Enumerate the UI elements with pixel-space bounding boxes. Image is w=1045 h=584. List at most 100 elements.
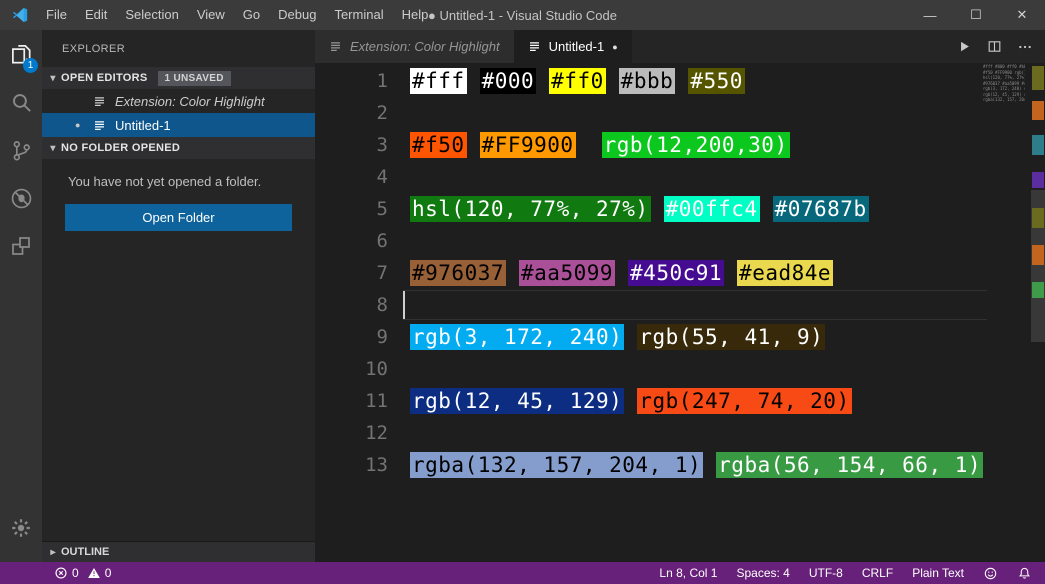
open-editor-item[interactable]: Extension: Color Highlight	[42, 89, 315, 113]
chevron-down-icon: ▾	[45, 143, 61, 154]
color-highlight-token: rgb(247, 74, 20)	[637, 388, 851, 414]
color-highlight-token: #ead84e	[737, 260, 833, 286]
problems-status[interactable]: 0 0	[54, 566, 111, 580]
line-content: hsl(120, 77%, 27%)#00ffc4#07687b	[410, 196, 869, 222]
activity-badge: 1	[23, 58, 38, 73]
feedback-button[interactable]	[983, 566, 998, 581]
minimap-line: rgba(132, 157, 204, 1) rgba(56, 154, 66,…	[983, 97, 1025, 103]
encoding-status[interactable]: UTF-8	[809, 566, 843, 580]
editor-line-9[interactable]: 9rgb(3, 172, 240)rgb(55, 41, 9)	[315, 321, 975, 353]
editor-line-7[interactable]: 7#976037#aa5099#450c91#ead84e	[315, 257, 975, 289]
warning-icon	[87, 566, 101, 580]
notifications-button[interactable]	[1017, 566, 1032, 581]
language-mode-status[interactable]: Plain Text	[912, 566, 964, 580]
line-number: 1	[315, 70, 388, 92]
menu-debug[interactable]: Debug	[269, 0, 325, 30]
eol-status[interactable]: CRLF	[862, 566, 893, 580]
debug-icon	[9, 186, 34, 211]
minimap-line: rgb(3, 172, 240) rgb(55, 41, 9)	[983, 86, 1025, 92]
explorer-sidebar: EXPLORER ▾ OPEN EDITORS 1 UNSAVED Extens…	[42, 30, 315, 562]
menu-file[interactable]: File	[37, 0, 76, 30]
split-editor-button[interactable]	[987, 39, 1002, 54]
activity-item-debug[interactable]	[0, 174, 42, 222]
menu-go[interactable]: Go	[234, 0, 269, 30]
ruler-color-mark	[1032, 172, 1044, 188]
outline-section-header[interactable]: ▸ OUTLINE	[42, 541, 315, 562]
line-number: 6	[315, 230, 388, 252]
color-highlight-token: #07687b	[773, 196, 869, 222]
line-number: 9	[315, 326, 388, 348]
activity-item-settings[interactable]	[0, 504, 42, 552]
no-folder-message: You have not yet opened a folder.	[42, 159, 315, 189]
editor-line-4[interactable]: 4	[315, 161, 975, 193]
line-number: 11	[315, 390, 388, 412]
chevron-right-icon: ▸	[45, 547, 61, 558]
line-number: 12	[315, 422, 388, 444]
editor-line-5[interactable]: 5hsl(120, 77%, 27%)#00ffc4#07687b	[315, 193, 975, 225]
color-highlight-token: #fff	[410, 68, 467, 94]
line-number: 2	[315, 102, 388, 124]
line-number: 4	[315, 166, 388, 188]
open-editor-label: Untitled-1	[115, 118, 171, 133]
no-folder-section-header[interactable]: ▾ NO FOLDER OPENED	[42, 137, 315, 159]
text-cursor	[403, 291, 405, 319]
editor-line-1[interactable]: 1#fff#000#ff0#bbb#550	[315, 65, 975, 97]
unsaved-count-badge: 1 UNSAVED	[158, 71, 231, 86]
editor-line-10[interactable]: 10	[315, 353, 975, 385]
editor-line-13[interactable]: 13rgba(132, 157, 204, 1)rgba(56, 154, 66…	[315, 449, 975, 481]
ruler-color-mark	[1032, 135, 1044, 155]
minimap[interactable]: #fff #000 #ff0 #bbb #550#f50 #FF9900 rgb…	[983, 64, 1025, 103]
color-highlight-token: #550	[688, 68, 745, 94]
editor-line-6[interactable]: 6	[315, 225, 975, 257]
editor-line-3[interactable]: 3#f50#FF9900rgb(12,200,30)	[315, 129, 975, 161]
editor-line-2[interactable]: 2	[315, 97, 975, 129]
color-highlight-token: #ff0	[549, 68, 606, 94]
run-button[interactable]	[957, 39, 972, 54]
menu-selection[interactable]: Selection	[116, 0, 187, 30]
color-highlight-token: #450c91	[628, 260, 724, 286]
file-lines-icon	[528, 40, 541, 53]
menu-bar: FileEditSelectionViewGoDebugTerminalHelp	[37, 0, 437, 30]
tab-untitled-1[interactable]: Untitled-1●	[514, 30, 632, 63]
editor-line-8[interactable]: 8	[315, 289, 975, 321]
open-folder-button[interactable]: Open Folder	[65, 204, 292, 231]
line-number: 10	[315, 358, 388, 380]
tab-label: Extension: Color Highlight	[350, 39, 500, 54]
color-highlight-token: #FF9900	[480, 132, 576, 158]
close-button[interactable]: ✕	[999, 0, 1045, 30]
menu-edit[interactable]: Edit	[76, 0, 116, 30]
editor-line-12[interactable]: 12	[315, 417, 975, 449]
warning-count: 0	[105, 566, 112, 580]
indentation-status[interactable]: Spaces: 4	[736, 566, 789, 580]
ruler-color-mark	[1032, 66, 1044, 90]
file-lines-icon	[329, 40, 342, 53]
color-highlight-token: rgba(56, 154, 66, 1)	[716, 452, 983, 478]
file-lines-icon	[93, 119, 107, 132]
more-actions-button[interactable]	[1017, 39, 1033, 55]
ruler-color-mark	[1032, 208, 1044, 228]
editor-line-11[interactable]: 11rgb(12, 45, 129)rgb(247, 74, 20)	[315, 385, 975, 417]
window-controls: —☐✕	[907, 0, 1045, 30]
color-highlight-token: rgba(132, 157, 204, 1)	[410, 452, 703, 478]
minimize-button[interactable]: —	[907, 0, 953, 30]
tab-extension-color-highlight[interactable]: Extension: Color Highlight	[315, 30, 514, 63]
activity-item-explorer[interactable]: 1	[0, 30, 42, 78]
activity-item-search[interactable]	[0, 78, 42, 126]
open-editors-section-header[interactable]: ▾ OPEN EDITORS 1 UNSAVED	[42, 67, 315, 89]
activity-item-source-control[interactable]	[0, 126, 42, 174]
cursor-position-status[interactable]: Ln 8, Col 1	[659, 566, 717, 580]
menu-terminal[interactable]: Terminal	[325, 0, 392, 30]
open-editor-item[interactable]: ●Untitled-1	[42, 113, 315, 137]
ruler-color-mark	[1032, 282, 1044, 298]
editor-content[interactable]: 1#fff#000#ff0#bbb#55023#f50#FF9900rgb(12…	[315, 63, 1045, 562]
color-highlight-token: #bbb	[619, 68, 676, 94]
color-highlight-token: #00ffc4	[664, 196, 760, 222]
activity-item-extensions[interactable]	[0, 222, 42, 270]
line-number: 3	[315, 134, 388, 156]
maximize-button[interactable]: ☐	[953, 0, 999, 30]
sidebar-title: EXPLORER	[42, 30, 315, 67]
title-bar: FileEditSelectionViewGoDebugTerminalHelp…	[0, 0, 1045, 30]
menu-view[interactable]: View	[188, 0, 234, 30]
line-number: 8	[315, 294, 388, 316]
tab-bar: Extension: Color Highlight Untitled-1●	[315, 30, 1045, 63]
